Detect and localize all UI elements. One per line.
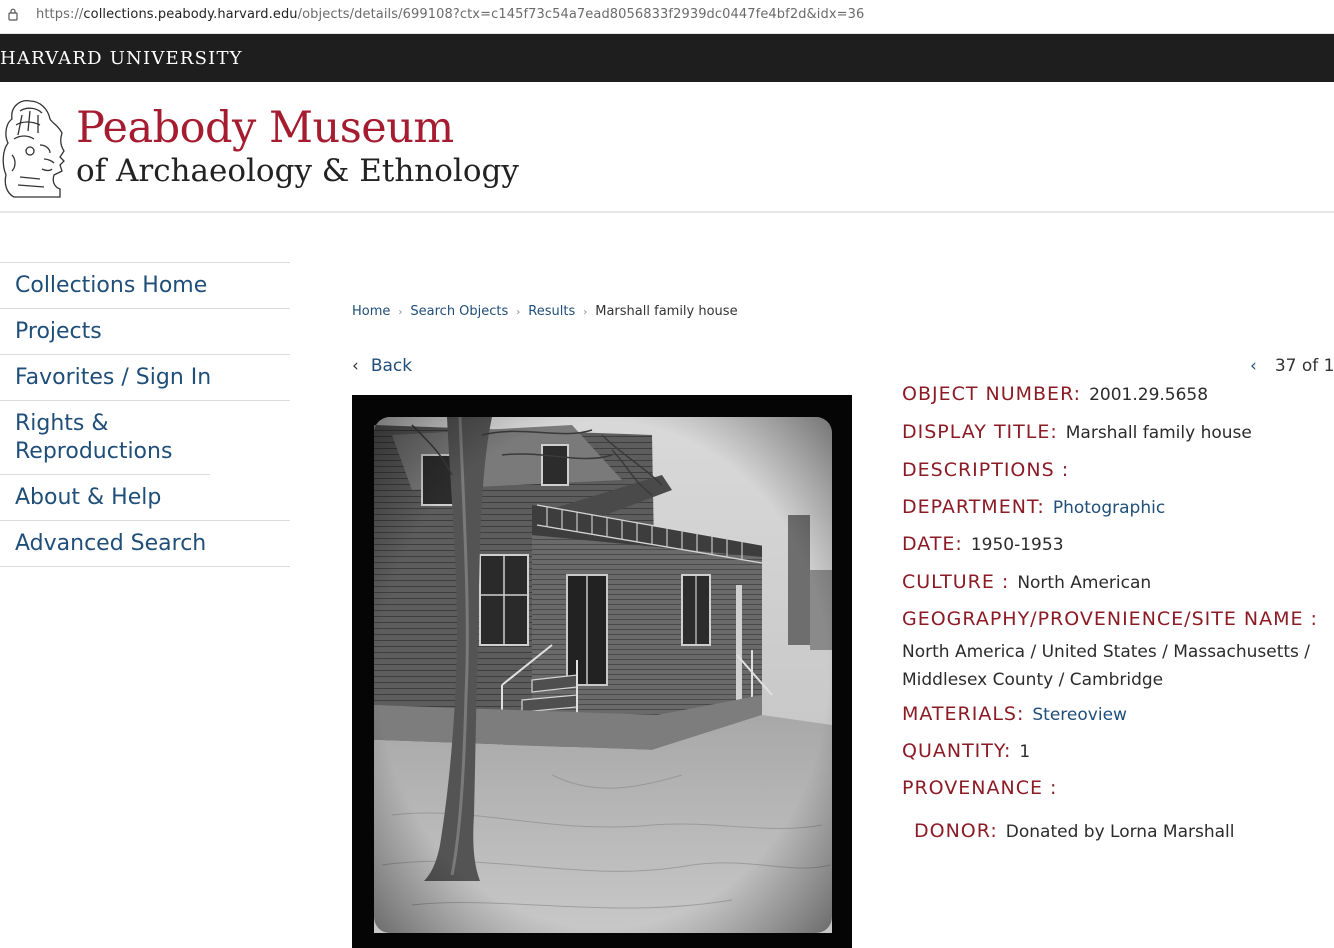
object-number-row: OBJECT NUMBER: 2001.29.5658	[902, 383, 1208, 405]
quantity-value: 1	[1019, 742, 1031, 762]
museum-name-line2[interactable]: of Archaeology & Ethnology	[76, 153, 519, 189]
back-label: Back	[370, 356, 413, 376]
breadcrumb-home[interactable]: Home	[352, 304, 390, 319]
materials-label: MATERIALS:	[902, 703, 1025, 725]
department-row: DEPARTMENT: Photographic	[902, 496, 1165, 518]
object-photo[interactable]	[352, 395, 852, 948]
culture-label: CULTURE :	[902, 571, 1010, 593]
breadcrumb-separator-icon: ›	[583, 307, 588, 318]
chevron-left-icon: ‹	[352, 356, 359, 376]
url-text[interactable]: https://collections.peabody.harvard.edu/…	[36, 7, 864, 22]
breadcrumb-separator-icon: ›	[516, 307, 521, 318]
museum-name-line1[interactable]: Peabody Museum	[76, 103, 454, 153]
provenance-row: PROVENANCE :	[902, 777, 1057, 799]
url-path: /objects/details/699108?ctx=c145f73c54a7…	[297, 7, 865, 22]
descriptions-label: DESCRIPTIONS :	[902, 459, 1070, 481]
breadcrumb-results[interactable]: Results	[528, 304, 575, 319]
breadcrumb-search-objects[interactable]: Search Objects	[410, 304, 508, 319]
display-title-row: DISPLAY TITLE: Marshall family house	[902, 421, 1252, 443]
display-title-value: Marshall family house	[1065, 423, 1252, 443]
date-value: 1950-1953	[970, 535, 1064, 555]
breadcrumb-current: Marshall family house	[595, 304, 738, 319]
harvard-university-title[interactable]: HARVARD UNIVERSITY	[0, 48, 243, 69]
department-label: DEPARTMENT:	[902, 496, 1045, 518]
back-link[interactable]: ‹ Back	[352, 356, 412, 376]
date-row: DATE: 1950-1953	[902, 533, 1064, 555]
donor-label: DONOR:	[914, 820, 998, 842]
previous-result-icon[interactable]: ‹	[1250, 356, 1257, 376]
quantity-label: QUANTITY:	[902, 740, 1012, 762]
descriptions-row: DESCRIPTIONS :	[902, 459, 1069, 481]
sidebar-nav: Collections Home Projects Favorites / Si…	[0, 262, 290, 567]
result-pager: ‹ 37 of 1	[1250, 356, 1334, 376]
object-number-value: 2001.29.5658	[1089, 385, 1209, 405]
department-link[interactable]: Photographic	[1053, 498, 1165, 518]
lock-icon	[8, 8, 18, 21]
url-host: collections.peabody.harvard.edu	[83, 7, 298, 22]
geography-label: GEOGRAPHY/PROVENIENCE/SITE NAME :	[902, 608, 1318, 630]
geography-value: North America / United States / Massachu…	[902, 642, 1311, 690]
materials-link[interactable]: Stereoview	[1032, 705, 1127, 725]
sidebar-item-advanced-search[interactable]: Advanced Search	[0, 521, 290, 567]
sidebar-item-rights-reproductions[interactable]: Rights & Reproductions	[0, 401, 210, 475]
house-photograph	[352, 395, 852, 948]
museum-logo[interactable]	[0, 95, 66, 199]
culture-value: North American	[1017, 573, 1152, 593]
breadcrumb-separator-icon: ›	[398, 307, 403, 318]
url-prefix: https://	[36, 7, 84, 22]
sidebar-item-collections-home[interactable]: Collections Home	[0, 263, 290, 309]
sidebar-item-favorites-sign-in[interactable]: Favorites / Sign In	[0, 355, 290, 401]
display-title-label: DISPLAY TITLE:	[902, 421, 1058, 443]
pager-count: 37 of 1	[1274, 356, 1334, 376]
provenance-label: PROVENANCE :	[902, 777, 1058, 799]
harvard-university-bar: HARVARD UNIVERSITY	[0, 34, 1334, 82]
date-label: DATE:	[902, 533, 963, 555]
object-number-label: OBJECT NUMBER:	[902, 383, 1082, 405]
quantity-row: QUANTITY: 1	[902, 740, 1030, 762]
geography-row: GEOGRAPHY/PROVENIENCE/SITE NAME :	[902, 608, 1318, 630]
donor-row: DONOR: Donated by Lorna Marshall	[914, 820, 1234, 842]
breadcrumb: Home › Search Objects › Results › Marshall fam…	[352, 304, 738, 319]
sidebar-item-projects[interactable]: Projects	[0, 309, 290, 355]
donor-value: Donated by Lorna Marshall	[1005, 822, 1235, 842]
culture-row: CULTURE : North American	[902, 571, 1151, 593]
site-header: Peabody Museum of Archaeology & Ethnolog…	[0, 85, 1334, 213]
materials-row: MATERIALS: Stereoview	[902, 703, 1127, 725]
sidebar-item-about-help[interactable]: About & Help	[0, 475, 290, 521]
browser-url-bar[interactable]: https://collections.peabody.harvard.edu/…	[0, 0, 1334, 34]
